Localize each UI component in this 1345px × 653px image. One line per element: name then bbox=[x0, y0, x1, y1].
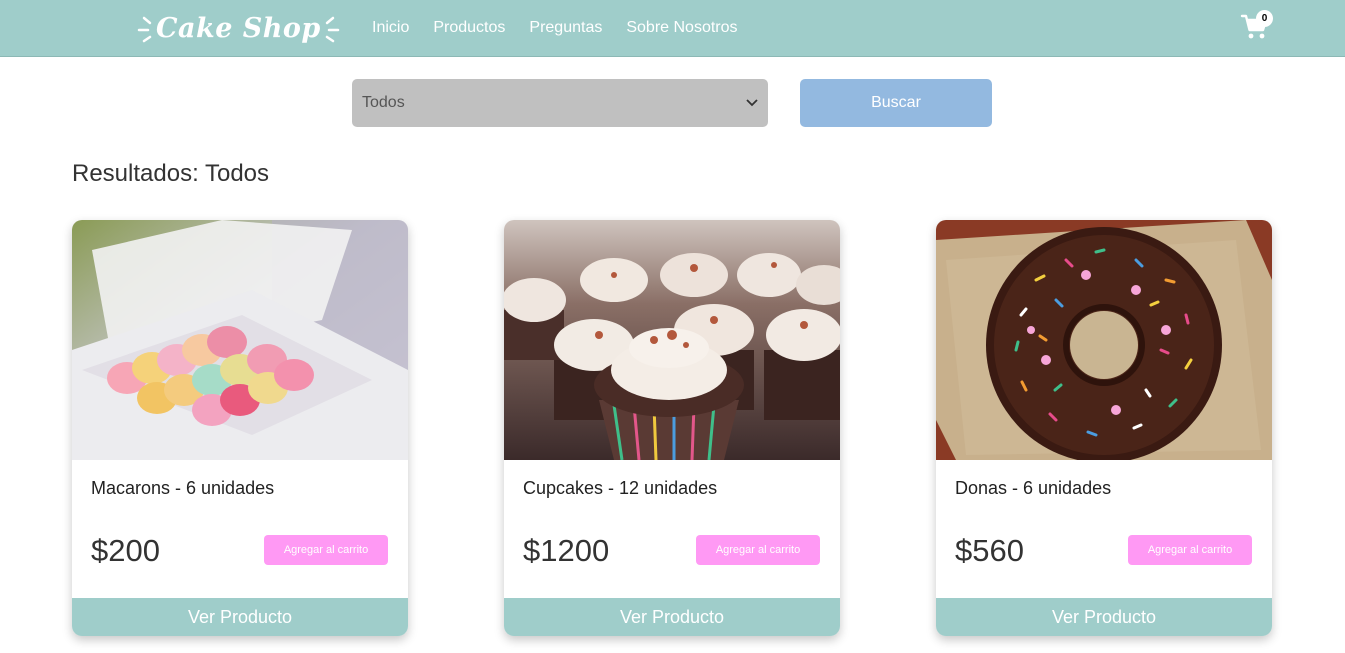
product-card-donas: Donas - 6 unidades $560 Agregar al carri… bbox=[936, 220, 1272, 636]
product-image-macarons bbox=[72, 220, 408, 460]
search-button[interactable]: Buscar bbox=[800, 79, 992, 127]
add-to-cart-button[interactable]: Agregar al carrito bbox=[696, 535, 820, 565]
chevron-down-icon bbox=[746, 99, 758, 107]
product-price: $1200 bbox=[523, 533, 610, 568]
view-product-button[interactable]: Ver Producto bbox=[72, 598, 408, 636]
cart-button[interactable]: 0 bbox=[1240, 10, 1276, 42]
category-select[interactable]: Todos bbox=[352, 79, 768, 127]
nav-link-productos[interactable]: Productos bbox=[433, 19, 505, 37]
product-name: Donas - 6 unidades bbox=[955, 478, 1112, 498]
add-to-cart-button[interactable]: Agregar al carrito bbox=[1128, 535, 1252, 565]
nav-link-preguntas[interactable]: Preguntas bbox=[529, 19, 602, 37]
category-select-value: Todos bbox=[362, 94, 405, 111]
product-price: $560 bbox=[955, 533, 1024, 568]
results-title: Resultados: Todos bbox=[72, 160, 270, 187]
logo-rays-left-icon bbox=[137, 16, 152, 43]
product-image-cupcakes bbox=[504, 220, 840, 460]
product-image-donas bbox=[936, 220, 1272, 460]
product-name: Cupcakes - 12 unidades bbox=[523, 478, 718, 498]
top-navbar: Cake Shop Inicio Productos Preguntas Sob… bbox=[0, 0, 1345, 57]
view-product-button[interactable]: Ver Producto bbox=[936, 598, 1272, 636]
nav-link-sobre-nosotros[interactable]: Sobre Nosotros bbox=[626, 19, 737, 37]
add-to-cart-button[interactable]: Agregar al carrito bbox=[264, 535, 388, 565]
cart-count-badge: 0 bbox=[1256, 10, 1273, 27]
product-price: $200 bbox=[91, 533, 160, 568]
product-name: Macarons - 6 unidades bbox=[91, 478, 275, 498]
nav-link-inicio[interactable]: Inicio bbox=[372, 19, 409, 37]
brand-logo[interactable]: Cake Shop bbox=[136, 12, 341, 46]
view-product-button[interactable]: Ver Producto bbox=[504, 598, 840, 636]
logo-rays-right-icon bbox=[325, 16, 340, 43]
brand-name: Cake Shop bbox=[156, 13, 321, 44]
main-nav: Inicio Productos Preguntas Sobre Nosotro… bbox=[372, 0, 762, 56]
product-card-cupcakes: Cupcakes - 12 unidades $1200 Agregar al … bbox=[504, 220, 840, 636]
product-card-macarons: Macarons - 6 unidades $200 Agregar al ca… bbox=[72, 220, 408, 636]
